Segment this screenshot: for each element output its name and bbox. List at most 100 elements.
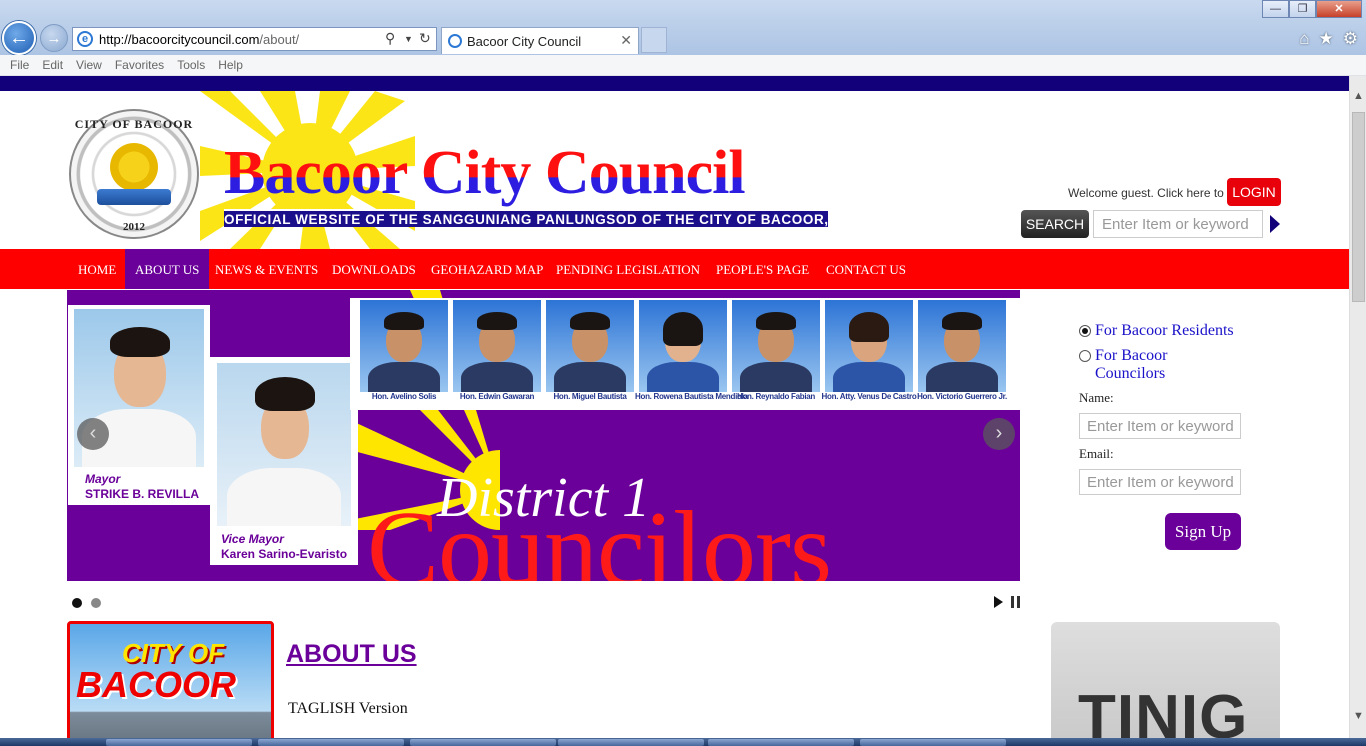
ie-logo-icon: e	[77, 31, 93, 47]
taskbar-item[interactable]	[258, 739, 404, 746]
menu-help[interactable]: Help	[218, 58, 243, 72]
city-of-bacoor-thumbnail[interactable]: CITY OF BACOOR	[67, 621, 274, 738]
councilor-card: Hon. Avelino Solis	[360, 300, 448, 408]
councilor-photo	[360, 300, 448, 392]
nav-peoples-page[interactable]: PEOPLE'S PAGE	[706, 249, 819, 289]
councilor-name: Hon. Atty. Venus De Castro	[821, 392, 917, 401]
councilor-card: Hon. Miguel Bautista	[546, 300, 634, 408]
ie-logo-icon	[448, 34, 462, 48]
tinig-banner[interactable]: TINIG	[1051, 622, 1280, 738]
search-go-icon[interactable]	[1270, 215, 1280, 233]
windows-taskbar	[0, 738, 1366, 746]
site-subtitle: OFFICIAL WEBSITE OF THE SANGGUNIANG PANL…	[224, 209, 885, 227]
page-title: ABOUT US	[286, 640, 417, 668]
radio-button[interactable]	[1079, 325, 1091, 337]
gear-icon[interactable]: ⚙	[1343, 29, 1358, 49]
minimize-button[interactable]: —	[1262, 0, 1289, 18]
name-label: Name:	[1079, 390, 1114, 405]
hero-slider[interactable]: Mayor STRIKE B. REVILLA Vice Mayor Karen…	[67, 290, 1020, 581]
mayor-name: STRIKE B. REVILLA	[85, 487, 200, 501]
dropdown-icon[interactable]: ▼	[404, 34, 413, 44]
slider-prev-button[interactable]: ‹	[77, 418, 109, 450]
nav-home[interactable]: HOME	[68, 249, 126, 289]
menu-tools[interactable]: Tools	[177, 58, 205, 72]
email-label: Email:	[1079, 446, 1114, 461]
menu-favorites[interactable]: Favorites	[115, 58, 164, 72]
home-icon[interactable]: ⌂	[1299, 29, 1309, 49]
nav-news-events[interactable]: NEWS & EVENTS	[205, 249, 328, 289]
nav-pending-legislation[interactable]: PENDING LEGISLATION	[546, 249, 710, 289]
back-button[interactable]: ←	[2, 21, 36, 55]
new-tab-button[interactable]	[641, 27, 667, 53]
nav-downloads[interactable]: DOWNLOADS	[322, 249, 426, 289]
vertical-scrollbar[interactable]: ▲ ▼	[1349, 76, 1366, 738]
seal-year: 2012	[123, 221, 145, 233]
taskbar-item[interactable]	[708, 739, 854, 746]
menu-bar: File Edit View Favorites Tools Help	[0, 55, 1366, 76]
play-icon[interactable]	[994, 596, 1003, 608]
close-tab-icon[interactable]: ✕	[620, 32, 632, 49]
email-field[interactable]: Enter Item or keyword	[1079, 469, 1241, 495]
menu-file[interactable]: File	[10, 58, 29, 72]
chevron-left-icon: ‹	[89, 422, 97, 444]
menu-edit[interactable]: Edit	[42, 58, 63, 72]
top-band	[0, 76, 1349, 91]
radio-residents[interactable]: For Bacoor Residents	[1079, 322, 1234, 340]
browser-titlebar: ← → e http://bacoorcitycouncil.com/about…	[0, 0, 1366, 55]
background-tabs	[670, 28, 1285, 52]
thumb-line2: BACOOR	[76, 664, 236, 705]
scroll-up-icon[interactable]: ▲	[1353, 90, 1364, 102]
councilor-card: Hon. Atty. Venus De Castro	[822, 300, 917, 408]
window-controls: — ❐ ✕	[1262, 0, 1362, 18]
chevron-right-icon: ›	[995, 422, 1003, 444]
arrow-left-icon: ←	[9, 26, 29, 49]
page-viewport: CITY OF BACOOR 2012 Bacoor City Council …	[0, 76, 1349, 738]
councilor-name: Hon. Rowena Bautista Mendiola	[635, 392, 748, 401]
slider-dot[interactable]	[91, 598, 101, 608]
login-button[interactable]: LOGIN	[1227, 178, 1281, 206]
slider-next-button[interactable]: ›	[983, 418, 1015, 450]
scroll-thumb[interactable]	[1352, 112, 1365, 302]
url-path: /about/	[259, 31, 300, 47]
tab-bacoor-city-council[interactable]: Bacoor City Council ✕	[441, 27, 639, 54]
district-heading: District 1	[437, 467, 651, 529]
search-icon[interactable]: ⚲	[385, 30, 395, 47]
slider-dot[interactable]	[72, 598, 82, 608]
taskbar-item[interactable]	[558, 739, 704, 746]
radio-button[interactable]	[1079, 350, 1091, 362]
nav-about-us[interactable]: ABOUT US	[125, 249, 210, 289]
bridge-icon	[97, 189, 171, 205]
menu-view[interactable]: View	[76, 58, 102, 72]
forward-button[interactable]: →	[40, 24, 68, 52]
scroll-down-icon[interactable]: ▼	[1353, 710, 1364, 722]
window-close-button[interactable]: ✕	[1316, 0, 1362, 18]
name-field[interactable]: Enter Item or keyword	[1079, 413, 1241, 439]
restore-button[interactable]: ❐	[1289, 0, 1316, 18]
taskbar-item[interactable]	[106, 739, 252, 746]
refresh-icon[interactable]: ↻	[419, 30, 431, 47]
mayor-role: Mayor	[85, 472, 121, 486]
councilor-photo	[453, 300, 541, 392]
councilor-photo	[918, 300, 1006, 392]
taskbar-item[interactable]	[860, 739, 1006, 746]
councilor-name: Hon. Victorio Guerrero Jr.	[917, 392, 1007, 401]
welcome-text: Welcome guest. Click here to	[1068, 186, 1224, 200]
nav-geohazard-map[interactable]: GEOHAZARD MAP	[421, 249, 553, 289]
site-title[interactable]: Bacoor City Council	[224, 138, 746, 209]
councilor-name: Hon. Reynaldo Fabian	[736, 392, 815, 401]
mayor-card: Mayor STRIKE B. REVILLA	[68, 305, 210, 505]
search-input[interactable]: Enter Item or keyword	[1093, 210, 1263, 238]
arrow-right-icon: →	[46, 29, 62, 47]
taskbar-item[interactable]	[410, 739, 556, 746]
sign-up-button[interactable]: Sign Up	[1165, 513, 1241, 550]
address-bar[interactable]: e http://bacoorcitycouncil.com/about/ ⚲ …	[72, 27, 437, 51]
city-seal-logo[interactable]: CITY OF BACOOR 2012	[69, 109, 199, 239]
vice-mayor-card: Vice Mayor Karen Sarino-Evaristo	[210, 357, 358, 565]
search-button[interactable]: SEARCH	[1021, 210, 1089, 238]
vice-mayor-name: Karen Sarino-Evaristo	[221, 547, 348, 561]
pause-icon[interactable]	[1011, 596, 1020, 608]
radio-councilors[interactable]: For Bacoor Councilors	[1079, 347, 1199, 383]
vice-mayor-role: Vice Mayor	[221, 532, 284, 546]
star-icon[interactable]: ★	[1319, 29, 1334, 49]
nav-contact-us[interactable]: CONTACT US	[816, 249, 916, 289]
